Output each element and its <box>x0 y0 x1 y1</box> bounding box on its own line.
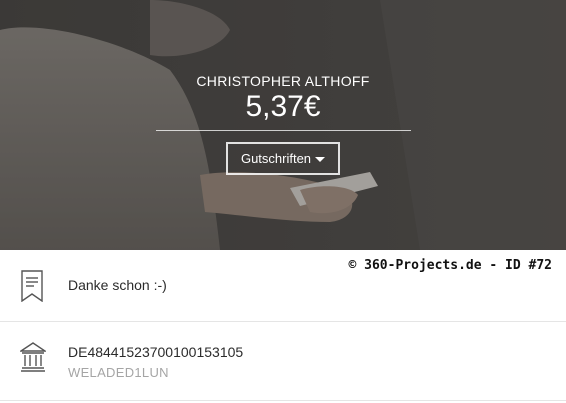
bic-text: WELADED1LUN <box>68 365 169 380</box>
chevron-down-icon <box>315 156 326 162</box>
reference-text: Danke schon :-) <box>68 277 167 293</box>
document-bookmark-icon <box>20 270 44 307</box>
hero-content: CHRISTOPHER ALTHOFF 5,37€ Gutschriften <box>0 0 566 250</box>
header-hero: CHRISTOPHER ALTHOFF 5,37€ Gutschriften <box>0 0 566 250</box>
row-divider <box>0 400 566 401</box>
bank-building-icon <box>18 342 48 377</box>
transaction-filter-dropdown[interactable]: Gutschriften <box>226 142 340 175</box>
account-holder-name: CHRISTOPHER ALTHOFF <box>196 73 370 89</box>
reference-row: Danke schon :-) <box>0 250 566 321</box>
hero-divider <box>156 130 411 131</box>
bank-account-row: DE48441523700100153105 WELADED1LUN <box>0 322 566 400</box>
account-balance: 5,37€ <box>245 90 321 123</box>
transaction-filter-label: Gutschriften <box>240 151 312 166</box>
iban-text: DE48441523700100153105 <box>68 344 244 360</box>
